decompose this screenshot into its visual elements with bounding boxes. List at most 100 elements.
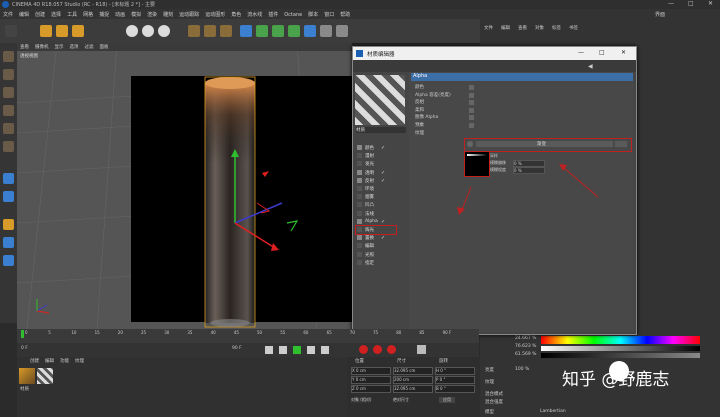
goto-end-icon[interactable] (321, 346, 329, 354)
right-panel-menu-item[interactable]: 标签 (552, 25, 561, 31)
texture-dropdown-icon[interactable] (467, 141, 473, 147)
brightness-slider[interactable] (541, 346, 700, 351)
menu-item[interactable]: 渲染 (147, 11, 157, 18)
timeline-start-frame[interactable]: 0 F (21, 346, 28, 351)
coord-field[interactable]: 32.095 cm (393, 385, 433, 393)
right-panel-menu-item[interactable]: 查看 (518, 25, 527, 31)
checkbox-checked-icon[interactable] (357, 145, 362, 150)
coord-field[interactable]: 200 cm (393, 376, 433, 384)
material-menu-item[interactable]: 功能 (60, 358, 69, 364)
checkbox-icon[interactable] (357, 202, 362, 208)
nav-back-icon[interactable]: ◀ (588, 63, 593, 70)
coord-field[interactable]: 32.095 cm (393, 367, 433, 375)
checkbox-checked-icon[interactable] (357, 169, 362, 175)
menu-item[interactable]: 插件 (268, 11, 278, 18)
saturation-slider[interactable] (541, 353, 700, 358)
menu-item[interactable]: 工具 (67, 11, 77, 18)
polygons-mode-icon[interactable] (3, 141, 14, 152)
layout-label[interactable]: 界面 (655, 11, 665, 18)
channel-row[interactable]: 反射 ✓ (357, 177, 407, 186)
menu-item[interactable]: 文件 (3, 11, 13, 18)
menu-item[interactable]: 雕刻 (163, 11, 173, 18)
timeline-ruler[interactable]: 0 5 10 15 20 25 30 35 40 45 50 55 60 65 70 75 80 85 90 F (17, 329, 479, 343)
menu-item[interactable]: 角色 (231, 11, 241, 18)
channel-row[interactable]: 发光 (357, 161, 407, 169)
property-control[interactable] (469, 100, 474, 106)
material-menu-item[interactable]: 纹理 (75, 358, 84, 364)
timeline-end-frame[interactable]: 90 F (232, 346, 242, 351)
coord-field[interactable]: H 0 ° (435, 367, 475, 375)
menu-item[interactable]: 运动跟踪 (179, 11, 199, 18)
menu-item[interactable]: 捕捉 (99, 11, 109, 18)
menu-item[interactable]: 窗口 (324, 11, 334, 18)
menu-item[interactable]: 创建 (35, 11, 45, 18)
rotate-tool-icon[interactable] (72, 25, 84, 37)
channel-row[interactable]: 颜色 ✓ (357, 145, 407, 153)
material-menu-item[interactable]: 创建 (30, 358, 39, 364)
coord-apply-button[interactable]: 应用 (439, 397, 455, 403)
minimize-button[interactable]: — (668, 0, 674, 7)
checkbox-icon[interactable] (357, 251, 362, 257)
maximize-button[interactable]: □ (688, 0, 694, 7)
workplane-icon[interactable] (3, 237, 14, 248)
y-axis-icon[interactable] (142, 25, 154, 37)
perspective-viewport[interactable] (17, 43, 352, 329)
viewport-menu-item[interactable]: 过滤 (85, 44, 94, 50)
close-button[interactable]: ✕ (708, 0, 713, 7)
goto-start-icon[interactable] (265, 346, 273, 354)
property-control[interactable] (469, 123, 474, 128)
texture-mode-icon[interactable] (3, 87, 14, 98)
coord-mode-select[interactable]: 对象 (相对) (351, 397, 372, 403)
render-icon[interactable] (204, 25, 216, 37)
menu-item[interactable]: 编辑 (19, 11, 29, 18)
viewport-menu-item[interactable]: 面板 (100, 44, 109, 50)
undo-icon[interactable] (5, 25, 17, 37)
prev-key-icon[interactable] (279, 346, 287, 354)
keyframe-icon[interactable] (387, 345, 396, 354)
camera-icon[interactable] (336, 25, 348, 37)
right-panel-menu-item[interactable]: 书签 (569, 25, 578, 31)
coord-field[interactable]: B 0 ° (435, 385, 475, 393)
motion-path-icon[interactable] (417, 345, 426, 354)
right-panel-menu-item[interactable]: 对象 (535, 25, 544, 31)
edges-mode-icon[interactable] (3, 123, 14, 134)
dialog-minimize-button[interactable]: — (578, 49, 584, 56)
menu-item[interactable]: 运动图形 (205, 11, 225, 18)
menu-item[interactable]: 网格 (83, 11, 93, 18)
axis-mode-icon[interactable] (3, 173, 14, 184)
property-control[interactable] (469, 107, 474, 113)
right-panel-menu-item[interactable]: 文件 (484, 25, 493, 31)
coord-field[interactable]: P 0 ° (435, 376, 475, 384)
render-view-icon[interactable] (188, 25, 200, 37)
color-value-s[interactable]: 76.623 % (515, 344, 536, 349)
menu-item[interactable]: 脚本 (308, 11, 318, 18)
material-menu-item[interactable]: 编辑 (45, 358, 54, 364)
viewport-menu-item[interactable]: 显示 (55, 44, 64, 50)
sub-property-field[interactable]: 0 % (513, 160, 545, 167)
render-settings-icon[interactable] (220, 25, 232, 37)
deformer-icon[interactable] (304, 25, 316, 37)
model-mode-icon[interactable] (3, 69, 14, 80)
glass-cylinder[interactable] (17, 43, 352, 329)
channel-row[interactable]: 透明 ✓ (357, 169, 407, 178)
material-thumbnail[interactable] (19, 368, 35, 384)
channel-row[interactable]: 烟雾 (357, 194, 407, 202)
property-control[interactable] (469, 92, 474, 98)
channel-row[interactable]: 指定 (357, 259, 407, 268)
channel-row[interactable]: 法线 (357, 210, 407, 219)
checkbox-icon[interactable] (357, 210, 362, 216)
checkbox-icon[interactable] (357, 259, 362, 265)
record-icon[interactable] (359, 345, 368, 354)
scene-icon[interactable] (320, 25, 332, 37)
texture-options-button[interactable] (615, 141, 627, 147)
move-tool-icon[interactable] (40, 25, 52, 37)
snap-icon[interactable] (3, 191, 14, 202)
make-editable-icon[interactable] (3, 51, 14, 62)
dialog-close-button[interactable]: ✕ (621, 49, 626, 56)
checkbox-icon[interactable] (357, 153, 362, 159)
viewport-menu-item[interactable]: 摄像机 (35, 44, 49, 50)
checkbox-icon[interactable] (357, 243, 362, 249)
sub-property-field[interactable]: 0 % (513, 167, 545, 174)
coord-field[interactable]: X 0 cm (351, 367, 391, 375)
cube-icon[interactable] (240, 25, 252, 37)
